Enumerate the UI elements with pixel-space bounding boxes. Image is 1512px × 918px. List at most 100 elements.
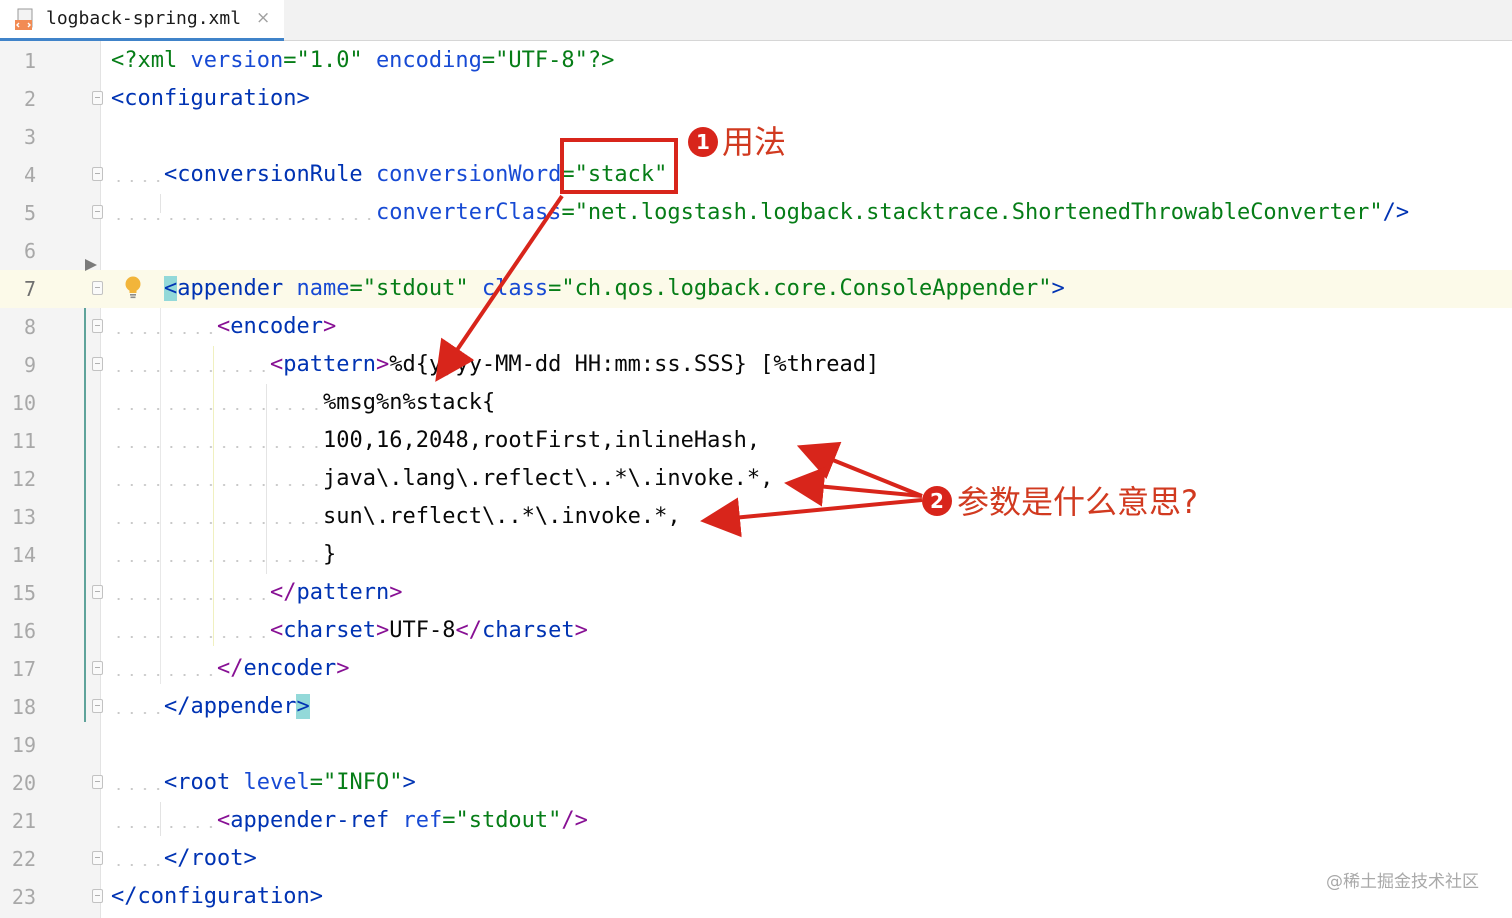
fold-end-icon[interactable]: [92, 889, 103, 903]
whitespace-dots: [112, 560, 322, 562]
whitespace-dots: [112, 408, 322, 410]
code-line-current: 7 <appender name="stdout" class="ch.qos.…: [0, 259, 1512, 308]
line-number: 22: [11, 847, 36, 871]
whitespace-dots: [112, 522, 322, 524]
code-line: 23 </configuration>: [0, 878, 1512, 916]
code-text: <charset>UTF-8</charset>: [270, 618, 588, 643]
breakpoint-arrow-icon: [85, 259, 97, 271]
code-line: 13 sun\.reflect\..*\.invoke.*,: [0, 498, 1512, 536]
fold-toggle-icon[interactable]: [92, 357, 103, 371]
line-number: 10: [11, 391, 36, 415]
code-line: 9 <pattern>%d{yyyy-MM-dd HH:mm:ss.SSS} […: [0, 346, 1512, 384]
line-number: 7: [23, 277, 36, 301]
code-line: 16 <charset>UTF-8</charset>: [0, 612, 1512, 650]
annotation-label-question: 参数是什么意思?: [957, 483, 1198, 521]
code-line: 19: [0, 726, 1512, 764]
code-editor[interactable]: 1 <?xml version="1.0" encoding="UTF-8"?>…: [0, 42, 1512, 918]
whitespace-dots: [112, 446, 322, 448]
whitespace-dots: [112, 712, 164, 714]
whitespace-dots: [112, 864, 164, 866]
line-number: 9: [23, 353, 36, 377]
code-line: 8 <encoder>: [0, 308, 1512, 346]
code-text: </encoder>: [217, 656, 350, 681]
line-number: 21: [11, 809, 36, 833]
code-line: 6: [0, 232, 1512, 270]
line-number: 17: [11, 657, 36, 681]
code-text: <?xml version="1.0" encoding="UTF-8"?>: [111, 48, 615, 73]
whitespace-dots: [112, 370, 270, 372]
code-text: <appender-ref ref="stdout"/>: [217, 808, 588, 833]
code-line: 20 <root level="INFO">: [0, 764, 1512, 802]
code-line: 21 <appender-ref ref="stdout"/>: [0, 802, 1512, 840]
code-line: 18 </appender>: [0, 688, 1512, 726]
code-text: %msg%n%stack{: [323, 390, 496, 415]
line-number: 4: [23, 163, 36, 187]
fold-toggle-icon[interactable]: [92, 167, 103, 181]
fold-end-icon[interactable]: [92, 851, 103, 865]
whitespace-dots: [112, 826, 216, 828]
tab-filename: logback-spring.xml: [46, 8, 242, 29]
fold-end-icon[interactable]: [92, 585, 103, 599]
whitespace-dots: [112, 636, 270, 638]
code-line: 12 java\.lang\.reflect\..*\.invoke.*,: [0, 460, 1512, 498]
code-line: 14 }: [0, 536, 1512, 574]
code-text: <configuration>: [111, 86, 310, 111]
whitespace-dots: [112, 484, 322, 486]
code-line: 11 100,16,2048,rootFirst,inlineHash,: [0, 422, 1512, 460]
matched-bracket: <: [164, 276, 178, 301]
tab-logback-spring-xml[interactable]: logback-spring.xml ×: [0, 0, 284, 41]
xml-file-icon: [15, 8, 33, 30]
fold-toggle-icon[interactable]: [92, 319, 103, 333]
code-text: 100,16,2048,rootFirst,inlineHash,: [323, 428, 761, 453]
annotation-badge-2: 2: [922, 486, 952, 516]
code-text: </appender>: [164, 694, 310, 719]
whitespace-dots: [112, 598, 270, 600]
fold-toggle-icon[interactable]: [92, 91, 103, 105]
line-number: 1: [23, 49, 36, 73]
code-line: 17 </encoder>: [0, 650, 1512, 688]
line-number: 15: [11, 581, 36, 605]
code-line: 1 <?xml version="1.0" encoding="UTF-8"?>: [0, 42, 1512, 80]
watermark: @稀土掘金技术社区: [1326, 872, 1479, 892]
code-text: <pattern>%d{yyyy-MM-dd HH:mm:ss.SSS} [%t…: [270, 352, 880, 377]
code-text: </root>: [164, 846, 257, 871]
fold-end-icon[interactable]: [92, 661, 103, 675]
line-number: 8: [23, 315, 36, 339]
code-text: }: [323, 542, 337, 567]
whitespace-dots: [112, 788, 164, 790]
fold-end-icon[interactable]: [92, 699, 103, 713]
fold-end-icon[interactable]: [92, 205, 103, 219]
line-number: 3: [23, 125, 36, 149]
code-line: 10 %msg%n%stack{: [0, 384, 1512, 422]
whitespace-dots: [112, 674, 216, 676]
line-number: 14: [11, 543, 36, 567]
code-text: converterClass="net.logstash.logback.sta…: [376, 200, 1410, 225]
code-line: 5 converterClass="net.logstash.logback.s…: [0, 194, 1512, 232]
line-number: 13: [11, 505, 36, 529]
line-number: 16: [11, 619, 36, 643]
code-text: <appender name="stdout" class="ch.qos.lo…: [164, 276, 1065, 301]
close-icon[interactable]: ×: [256, 7, 270, 29]
fold-toggle-icon[interactable]: [92, 281, 103, 295]
whitespace-dots: [112, 180, 164, 182]
line-number: 11: [11, 429, 36, 453]
lightbulb-icon[interactable]: [124, 275, 142, 301]
code-text: java\.lang\.reflect\..*\.invoke.*,: [323, 466, 774, 491]
line-number: 18: [11, 695, 36, 719]
line-number: 6: [23, 239, 36, 263]
code-text: <root level="INFO">: [164, 770, 416, 795]
line-number: 5: [23, 201, 36, 225]
matched-bracket: >: [296, 694, 310, 719]
annotation-badge-1: 1: [688, 127, 718, 157]
code-line: 15 </pattern>: [0, 574, 1512, 612]
annotation-label-usage: 用法: [722, 123, 787, 161]
code-line: 22 </root>: [0, 840, 1512, 878]
line-number: 12: [11, 467, 36, 491]
code-text: </configuration>: [111, 884, 323, 909]
line-number: 23: [11, 885, 36, 909]
code-text: </pattern>: [270, 580, 403, 605]
whitespace-dots: [112, 218, 376, 220]
fold-toggle-icon[interactable]: [92, 775, 103, 789]
line-number: 20: [11, 771, 36, 795]
whitespace-dots: [112, 332, 216, 334]
